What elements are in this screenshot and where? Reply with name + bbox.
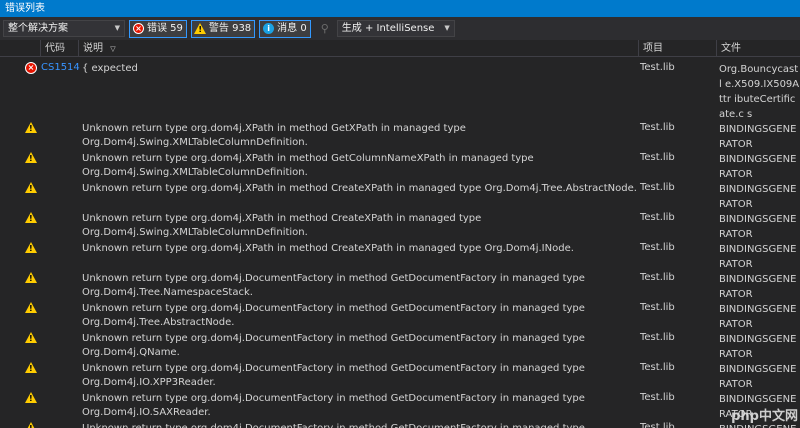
row-code[interactable]: CS1514: [41, 62, 80, 73]
warning-icon: [25, 122, 38, 135]
warning-icon: [25, 422, 37, 428]
chevron-down-icon: ▼: [444, 24, 450, 32]
row-project: Test.lib: [640, 62, 675, 73]
row-project: Test.lib: [640, 242, 675, 253]
table-row[interactable]: Unknown return type org.dom4j.DocumentFa…: [0, 298, 800, 330]
row-project: Test.lib: [640, 272, 675, 283]
row-project: Test.lib: [640, 422, 675, 428]
row-project: Test.lib: [640, 302, 675, 313]
row-description: Unknown return type org.dom4j.XPath in m…: [82, 123, 466, 148]
row-project: Test.lib: [640, 362, 675, 373]
column-header-description[interactable]: 说明 ▽: [78, 40, 638, 57]
row-project: Test.lib: [640, 122, 675, 133]
sort-down-icon: ▽: [110, 45, 116, 53]
table-row[interactable]: Unknown return type org.dom4j.DocumentFa…: [0, 418, 800, 428]
row-project: Test.lib: [640, 212, 675, 223]
row-file: Org.Bouncycastl e.X509.IX509Attr ibuteCe…: [719, 64, 800, 120]
error-icon: ×: [133, 23, 144, 34]
warning-icon: [25, 152, 37, 163]
error-icon: ×: [25, 62, 37, 74]
warning-icon: [25, 212, 37, 223]
warning-icon: [25, 242, 38, 255]
row-description: Unknown return type org.dom4j.DocumentFa…: [82, 363, 585, 388]
row-description: Unknown return type org.dom4j.DocumentFa…: [82, 273, 585, 298]
warnings-filter-button[interactable]: 警告 938: [190, 19, 256, 38]
scope-dropdown[interactable]: 整个解决方案 ▼: [3, 20, 125, 37]
row-description: Unknown return type org.dom4j.XPath in m…: [82, 243, 574, 254]
warning-icon: [25, 272, 37, 283]
table-row[interactable]: Unknown return type org.dom4j.DocumentFa…: [0, 388, 800, 420]
scope-dropdown-value: 整个解决方案: [8, 23, 68, 34]
warning-icon: [25, 302, 38, 315]
table-row[interactable]: Unknown return type org.dom4j.DocumentFa…: [0, 328, 800, 360]
window-title: 错误列表: [0, 0, 800, 17]
column-header-code[interactable]: 代码: [40, 40, 78, 57]
row-description: Unknown return type org.dom4j.DocumentFa…: [82, 333, 585, 358]
row-description: Unknown return type org.dom4j.XPath in m…: [82, 153, 534, 178]
row-description: Unknown return type org.dom4j.DocumentFa…: [82, 393, 585, 418]
row-project: Test.lib: [640, 392, 675, 403]
warning-icon: [194, 23, 207, 34]
column-header-project[interactable]: 项目: [638, 40, 716, 57]
messages-filter-button[interactable]: i 消息 0: [259, 19, 311, 38]
warning-icon: [25, 182, 37, 193]
table-row[interactable]: Unknown return type org.dom4j.XPath in m…: [0, 178, 800, 210]
warning-icon: [25, 182, 38, 195]
chevron-down-icon: ▼: [114, 24, 120, 32]
error-icon: ×: [25, 62, 38, 75]
warning-icon: [25, 242, 37, 253]
warning-icon: [25, 392, 37, 403]
warning-icon: [25, 302, 37, 313]
table-row[interactable]: Unknown return type org.dom4j.XPath in m…: [0, 118, 800, 150]
row-description: Unknown return type org.dom4j.DocumentFa…: [82, 303, 585, 328]
column-header-row: 代码 说明 ▽ 项目 文件: [0, 40, 800, 57]
warning-icon: [25, 422, 38, 428]
errors-filter-label: 错误 59: [147, 22, 183, 34]
warning-icon: [25, 332, 37, 343]
row-description: { expected: [82, 63, 138, 74]
info-icon: i: [263, 23, 275, 34]
row-description: Unknown return type org.dom4j.DocumentFa…: [82, 422, 637, 428]
row-description: Unknown return type org.dom4j.XPath in m…: [82, 213, 482, 238]
warning-icon: [25, 152, 38, 165]
table-row[interactable]: Unknown return type org.dom4j.XPath in m…: [0, 148, 800, 180]
row-project: Test.lib: [640, 332, 675, 343]
error-list: × CS1514{ expected Test.lib Org.Bouncycastl…: [0, 58, 800, 428]
warning-icon: [25, 122, 37, 133]
table-row[interactable]: × CS1514{ expected Test.lib Org.Bouncycastl…: [0, 58, 800, 120]
messages-filter-label: 消息 0: [277, 22, 307, 34]
toolbar: 整个解决方案 ▼ × 错误 59 警告 938 i 消息 0 ⚲ 生成 + In…: [0, 17, 800, 40]
row-description: Unknown return type org.dom4j.XPath in m…: [82, 183, 637, 194]
warning-icon: [25, 272, 38, 285]
errors-filter-button[interactable]: × 错误 59: [129, 19, 187, 38]
warning-icon: [25, 332, 38, 345]
table-row[interactable]: Unknown return type org.dom4j.XPath in m…: [0, 208, 800, 240]
filter-icon[interactable]: ⚲: [321, 22, 329, 35]
row-project: Test.lib: [640, 182, 675, 193]
watermark-logo: php中文网: [731, 409, 798, 424]
source-dropdown[interactable]: 生成 + IntelliSense ▼: [336, 20, 455, 37]
warning-icon: [25, 392, 38, 405]
warnings-filter-label: 警告 938: [208, 22, 252, 34]
warning-icon: [25, 362, 38, 375]
source-dropdown-value: 生成 + IntelliSense: [341, 23, 435, 34]
table-row[interactable]: Unknown return type org.dom4j.DocumentFa…: [0, 268, 800, 300]
table-row[interactable]: Unknown return type org.dom4j.XPath in m…: [0, 238, 800, 270]
column-header-file[interactable]: 文件: [716, 40, 800, 57]
row-project: Test.lib: [640, 152, 675, 163]
warning-icon: [25, 212, 38, 225]
table-row[interactable]: Unknown return type org.dom4j.DocumentFa…: [0, 358, 800, 390]
warning-icon: [25, 362, 37, 373]
